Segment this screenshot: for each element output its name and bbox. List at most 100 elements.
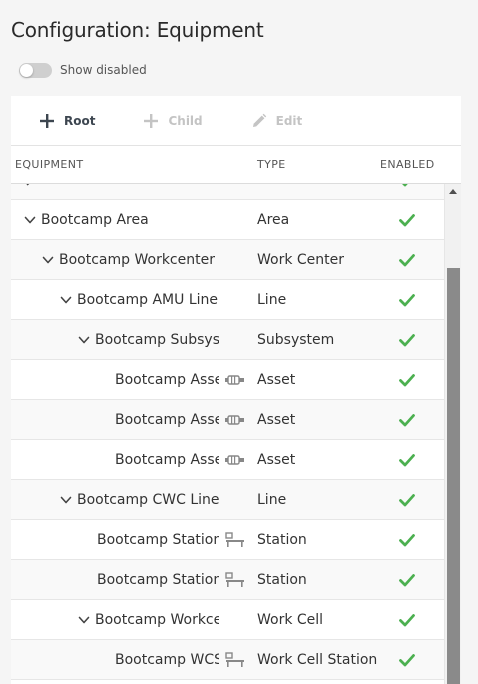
equipment-name-text: Bootcamp Workcenter: [59, 252, 215, 268]
enabled-check-icon: [399, 212, 415, 228]
table-row[interactable]: Bootcamp Area Area: [11, 200, 444, 240]
chevron-down-icon[interactable]: [23, 213, 37, 227]
enabled-check-icon: [399, 412, 415, 428]
column-header-type[interactable]: TYPE: [257, 158, 286, 171]
equipment-name: Bootcamp Asset1: [115, 400, 219, 440]
table-header: EQUIPMENT TYPE ENABLED: [11, 146, 461, 184]
equipment-name-cell: Bootcamp Asset1: [11, 400, 219, 440]
table-row[interactable]: Bootcamp Station 2 Station: [11, 520, 444, 560]
table-row[interactable]: Bootcamp Workcenter Work Center: [11, 240, 444, 280]
equipment-name-cell: Bootcamp Area: [11, 200, 219, 240]
enabled-check-icon: [399, 532, 415, 548]
add-root-button[interactable]: Root: [39, 113, 95, 129]
equipment-type: Station: [257, 572, 307, 588]
plus-icon: [143, 113, 159, 129]
enabled-check-icon: [399, 452, 415, 468]
equipment-name-text: Bootcamp Station1: [97, 572, 219, 588]
chevron-down-icon[interactable]: [77, 613, 91, 627]
equipment-name: Bootcamp Asset: [115, 360, 219, 400]
enabled-check-icon: [399, 572, 415, 588]
equipment-name-cell: Bootcamp Asset2: [11, 440, 219, 480]
equipment-name-text: Bootcamp WCStation: [115, 652, 219, 668]
equipment-name: Atlanta: [23, 184, 91, 200]
table-row[interactable]: Bootcamp Asset1 Asset: [11, 400, 444, 440]
table-row[interactable]: Bootcamp WCStation Work Cell Station: [11, 640, 444, 680]
equipment-type: Asset: [257, 452, 296, 468]
equipment-name: Bootcamp Workcell: [77, 600, 219, 640]
scroll-up-arrow-icon[interactable]: [449, 188, 457, 196]
equipment-name: Bootcamp Station 2: [97, 520, 219, 560]
asset-icon: [225, 452, 245, 468]
page-title: Configuration: Equipment: [11, 18, 264, 42]
show-disabled-toggle-row: Show disabled: [19, 61, 147, 79]
table-row[interactable]: Bootcamp Station1 Station: [11, 560, 444, 600]
equipment-name-text: Bootcamp Asset1: [115, 412, 219, 428]
table-row[interactable]: Bootcamp AMU Line Line: [11, 280, 444, 320]
table-row[interactable]: Bootcamp Asset2 Asset: [11, 440, 444, 480]
equipment-type: Asset: [257, 372, 296, 388]
plus-icon: [39, 113, 55, 129]
equipment-name-cell: Bootcamp Station1: [11, 560, 219, 600]
equipment-name-cell: Bootcamp Subsystem: [11, 320, 219, 360]
equipment-name-cell: Bootcamp Asset: [11, 360, 219, 400]
column-header-enabled[interactable]: ENABLED: [380, 158, 435, 171]
equipment-name-text: Bootcamp CWC Line: [77, 492, 219, 508]
equipment-name-cell: Bootcamp WCStation: [11, 640, 219, 680]
equipment-name: Bootcamp AMU Line: [59, 280, 218, 320]
chevron-down-icon[interactable]: [77, 333, 91, 347]
enabled-check-icon: [399, 652, 415, 668]
equipment-name-text: Bootcamp Asset2: [115, 452, 219, 468]
equipment-name: Bootcamp Station1: [97, 560, 219, 600]
equipment-name-text: Bootcamp Subsystem: [95, 332, 219, 348]
pencil-icon: [251, 113, 267, 129]
enabled-check-icon: [399, 612, 415, 628]
add-child-button[interactable]: Child: [143, 113, 203, 129]
equipment-name-text: Bootcamp Station 2: [97, 532, 219, 548]
chevron-down-icon[interactable]: [41, 253, 55, 267]
station-icon: [225, 572, 245, 588]
equipment-type: Subsystem: [257, 332, 335, 348]
asset-icon: [225, 412, 245, 428]
chevron-down-icon[interactable]: [59, 293, 73, 307]
table-row[interactable]: Bootcamp Asset Asset: [11, 360, 444, 400]
equipment-name: Bootcamp Subsystem: [77, 320, 219, 360]
equipment-name-cell: Bootcamp AMU Line: [11, 280, 219, 320]
equipment-name-text: Bootcamp Asset: [115, 372, 219, 388]
enabled-check-icon: [399, 332, 415, 348]
equipment-type: Line: [257, 492, 287, 508]
equipment-name-text: Bootcamp Workcell: [95, 612, 219, 628]
enabled-check-icon: [399, 184, 415, 188]
equipment-name: Bootcamp CWC Line: [59, 480, 219, 520]
enabled-check-icon: [399, 292, 415, 308]
table-row[interactable]: Bootcamp Workcell Work Cell: [11, 600, 444, 640]
child-label: Child: [168, 113, 203, 128]
toolbar: Root Child Edit: [11, 96, 461, 146]
equipment-name: Bootcamp Workcenter: [41, 240, 215, 280]
equipment-type: Area: [257, 184, 289, 200]
equipment-type: Area: [257, 212, 290, 228]
edit-button[interactable]: Edit: [251, 113, 303, 129]
show-disabled-toggle[interactable]: [19, 62, 52, 78]
enabled-check-icon: [399, 252, 415, 268]
equipment-type: Line: [257, 292, 287, 308]
vertical-scrollbar[interactable]: [444, 184, 461, 684]
station-icon: [225, 532, 245, 548]
edit-label: Edit: [275, 113, 303, 128]
equipment-name: Bootcamp WCStation: [115, 640, 219, 680]
table-row[interactable]: Bootcamp CWC Line Line: [11, 480, 444, 520]
chevron-down-icon[interactable]: [59, 493, 73, 507]
table-body[interactable]: Atlanta Area Bootcamp Area Area Bootcamp Wor…: [11, 184, 444, 684]
equipment-type: Station: [257, 532, 307, 548]
column-header-equipment[interactable]: EQUIPMENT: [15, 158, 84, 171]
equipment-name: Bootcamp Asset2: [115, 440, 219, 480]
show-disabled-label: Show disabled: [60, 63, 147, 77]
scroll-thumb[interactable]: [447, 268, 460, 684]
equipment-name-cell: Atlanta: [11, 184, 219, 200]
equipment-type: Work Cell: [257, 612, 324, 628]
table-row[interactable]: Atlanta Area: [11, 184, 444, 200]
table-row[interactable]: Bootcamp Subsystem Subsystem: [11, 320, 444, 360]
equipment-name: Bootcamp Area: [23, 200, 149, 240]
equipment-name-cell: Bootcamp Station 2: [11, 520, 219, 560]
equipment-panel: Root Child Edit EQUIPMENT TYPE ENABLED A…: [11, 96, 461, 684]
chevron-right-icon[interactable]: [23, 184, 37, 187]
